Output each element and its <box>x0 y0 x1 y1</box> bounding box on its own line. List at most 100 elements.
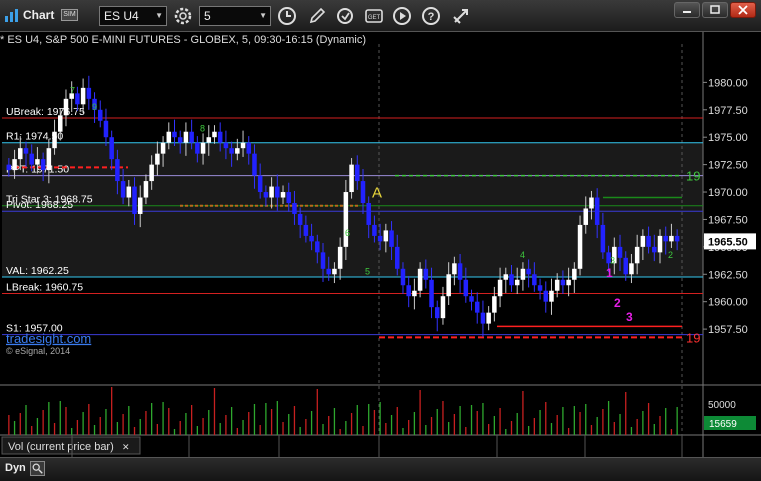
candle-body <box>372 224 377 236</box>
candle-body <box>252 153 257 176</box>
price-chart[interactable]: UBreak: 1976.75R1: 1974.50PPT: 1971.50Tr… <box>0 32 761 457</box>
candle-body <box>434 307 440 319</box>
candle-body <box>97 109 103 121</box>
last-price-value: 1965.50 <box>708 236 748 248</box>
minimize-button[interactable] <box>674 2 700 18</box>
candle-body <box>537 285 543 291</box>
candle-body <box>663 235 668 242</box>
candle-body <box>337 246 343 269</box>
chevron-down-icon[interactable]: ▼ <box>259 7 267 25</box>
price-tick-label: 1977.50 <box>708 105 748 117</box>
candle-body <box>634 246 640 264</box>
candle-body <box>497 279 503 297</box>
volume-axis-tick: 50000 <box>708 400 736 411</box>
draw-pencil-icon[interactable] <box>307 6 327 26</box>
svg-text:?: ? <box>428 11 435 23</box>
link-icon[interactable] <box>451 6 471 26</box>
zoom-icon[interactable] <box>30 461 45 476</box>
interval-input[interactable]: 5 ▼ <box>199 6 271 26</box>
setup-digit: 9 <box>92 102 97 112</box>
price-tick-label: 1970.00 <box>708 187 748 199</box>
candle-body <box>297 213 303 225</box>
candle-body <box>166 131 172 143</box>
candle-body <box>286 192 291 203</box>
candle-body <box>440 296 446 319</box>
candle-body <box>652 246 657 253</box>
candle-body <box>132 186 137 214</box>
setup-digit: 7 <box>70 85 75 95</box>
candle-body <box>217 131 223 143</box>
candle-body <box>120 181 126 198</box>
level-label: LBreak: 1960.75 <box>6 281 83 293</box>
candle-body <box>657 235 663 253</box>
symbol-value: ES U4 <box>104 9 139 23</box>
settings-gear-icon[interactable] <box>173 6 193 26</box>
close-button[interactable] <box>730 2 756 18</box>
candle-body <box>275 186 280 198</box>
candle-body <box>480 312 486 324</box>
candle-body <box>406 285 411 297</box>
watermark: tradesight.com <box>6 331 91 346</box>
setup-digit: 2 <box>668 250 673 260</box>
candle-body <box>617 246 623 258</box>
candle-body <box>560 279 566 286</box>
symbol-input[interactable]: ES U4 ▼ <box>99 6 167 26</box>
price-tick-label: 1957.50 <box>708 324 748 336</box>
chart-area[interactable]: UBreak: 1976.75 R1: 1974.50 PPT: 1971.50 Tr… <box>0 32 761 457</box>
candle-body <box>457 263 463 280</box>
price-tick-label: 1972.50 <box>708 160 748 172</box>
volume-last-value: 15659 <box>709 419 737 430</box>
candle-body <box>280 192 286 198</box>
candle-body <box>240 142 246 149</box>
price-tick-label: 1967.50 <box>708 214 748 226</box>
study-icon[interactable]: GET <box>364 6 384 26</box>
candle-body <box>646 235 651 247</box>
candle-body <box>383 230 389 242</box>
candle-body <box>109 137 114 160</box>
candle-body <box>623 257 628 275</box>
candle-body <box>412 290 417 297</box>
candle-body <box>417 268 423 291</box>
play-icon[interactable] <box>392 6 412 26</box>
candle-body <box>143 181 149 198</box>
pattern-count-label: 1 <box>606 266 613 280</box>
candle-body <box>469 296 474 302</box>
chevron-down-icon[interactable]: ▼ <box>155 7 163 25</box>
clock-icon[interactable] <box>277 6 297 26</box>
candle-body <box>63 98 69 116</box>
candle-body <box>577 224 583 269</box>
candle-body <box>160 142 166 154</box>
candle-body <box>12 159 17 171</box>
candle-body <box>549 290 554 302</box>
refresh-icon[interactable] <box>335 6 355 26</box>
candle-body <box>309 235 314 242</box>
copyright-text: © eSignal, 2014 <box>6 346 70 356</box>
candle-body <box>229 148 234 154</box>
candle-body <box>332 268 337 275</box>
candle-body <box>149 164 154 182</box>
candle-body <box>554 279 560 291</box>
candle-body <box>137 197 143 214</box>
dynamic-mode-label: Dyn <box>5 462 26 474</box>
candle-body <box>452 263 457 275</box>
title-bar: Chart SIM ES U4 ▼ 5 ▼ GET ? <box>0 0 761 32</box>
candle-body <box>326 268 331 275</box>
svg-text:GET: GET <box>368 15 381 21</box>
help-icon[interactable]: ? <box>421 6 441 26</box>
candle-body <box>52 131 57 149</box>
setup-digit: 8 <box>200 124 205 134</box>
setup-digit: 4 <box>520 250 525 260</box>
candle-body <box>514 279 520 286</box>
candle-body <box>526 268 531 275</box>
interval-value: 5 <box>204 9 211 23</box>
setup-digit: 6 <box>345 228 350 238</box>
candle-body <box>23 148 29 154</box>
candle-body <box>503 274 509 280</box>
candle-body <box>446 274 451 297</box>
maximize-button[interactable] <box>702 2 728 18</box>
close-icon: ✕ <box>122 442 130 452</box>
candle-body <box>492 296 497 313</box>
candle-body <box>183 131 189 143</box>
candle-body <box>75 93 80 105</box>
candle-body <box>80 87 86 105</box>
